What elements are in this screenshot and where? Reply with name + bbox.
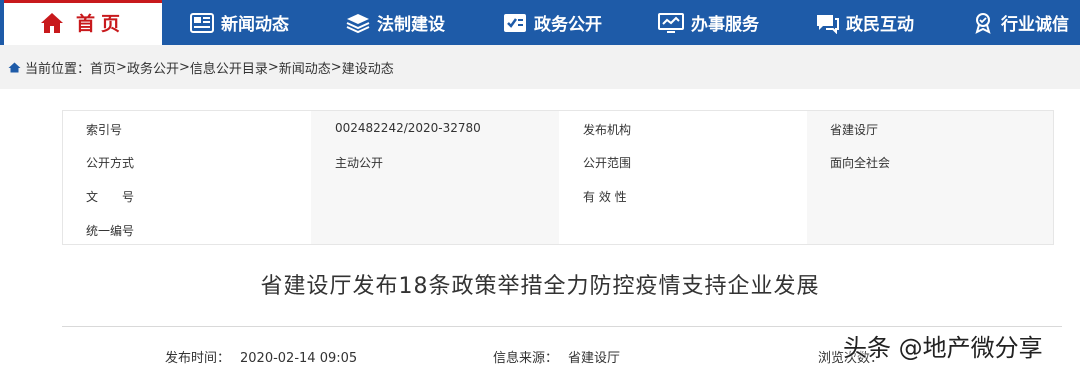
breadcrumb-link-gov-affairs[interactable]: 政务公开 <box>127 62 179 77</box>
main-nav: 首页 新闻动态 法制建设 政务公开 办事服务 政民互动 行业诚信 <box>0 0 1080 45</box>
nav-home-tab[interactable]: 首页 <box>4 0 162 45</box>
index-label: 索引号 <box>86 123 123 137</box>
breadcrumb-separator: > <box>330 59 342 75</box>
id-card-icon <box>503 12 527 34</box>
document-info-table: 索引号 002482242/2020-32780 发布机构 省建设厅 公开方式 … <box>62 110 1054 245</box>
open-scope-label: 公开范围 <box>583 156 632 170</box>
publish-time-value: 2020-02-14 09:05 <box>240 351 358 366</box>
publisher-value: 省建设厅 <box>830 123 879 137</box>
open-mode-label: 公开方式 <box>86 156 135 170</box>
badge-icon <box>972 12 994 34</box>
watermark: 头条 @地产微分享 <box>843 334 1043 362</box>
open-mode-value: 主动公开 <box>335 156 384 170</box>
nav-item-integrity[interactable]: 行业诚信 <box>972 0 1069 45</box>
breadcrumb-prefix: 当前位置： <box>25 61 91 77</box>
info-source: 信息来源： 省建设厅 <box>493 347 620 366</box>
serial-number-label: 统一编号 <box>86 224 135 238</box>
publish-time: 发布时间： 2020-02-14 09:05 <box>165 347 357 366</box>
active-tab-indicator <box>4 0 162 3</box>
breadcrumb-link-home[interactable]: 首页 <box>90 62 116 77</box>
breadcrumb-separator: > <box>178 59 190 75</box>
doc-number-label: 文 号 <box>86 190 135 204</box>
breadcrumb-separator: > <box>116 59 127 75</box>
nav-item-services[interactable]: 办事服务 <box>658 0 759 45</box>
chat-icon <box>815 12 839 34</box>
breadcrumb-link-construction[interactable]: 建设动态 <box>342 62 394 77</box>
publish-time-label: 发布时间： <box>165 351 231 366</box>
monitor-icon <box>658 12 684 34</box>
breadcrumb-link-news[interactable]: 新闻动态 <box>279 62 331 77</box>
nav-item-news[interactable]: 新闻动态 <box>190 0 289 45</box>
nav-item-interaction[interactable]: 政民互动 <box>815 0 914 45</box>
location-home-icon <box>8 62 21 72</box>
nav-item-label: 法制建设 <box>377 15 445 35</box>
breadcrumb-separator: > <box>267 59 279 75</box>
title-divider <box>62 326 1062 327</box>
nav-item-label: 新闻动态 <box>221 15 289 35</box>
publisher-label: 发布机构 <box>583 123 632 137</box>
nav-item-gov-affairs[interactable]: 政务公开 <box>503 0 602 45</box>
house-icon <box>40 12 64 34</box>
newspaper-icon <box>190 12 214 34</box>
nav-item-label: 行业诚信 <box>1001 15 1069 35</box>
open-scope-value: 面向全社会 <box>830 156 891 170</box>
info-source-value: 省建设厅 <box>568 351 621 366</box>
index-value: 002482242/2020-32780 <box>335 121 481 135</box>
breadcrumb: 当前位置： 首页 > 政务公开 > 信息公开目录 > 新闻动态 > 建设动态 <box>0 45 1080 89</box>
article-title: 省建设厅发布18条政策举措全力防控疫情支持企业发展 <box>260 274 820 299</box>
layers-icon <box>346 12 370 34</box>
nav-item-label: 办事服务 <box>691 15 759 35</box>
validity-label: 有 效 性 <box>583 190 627 204</box>
nav-item-label: 政民互动 <box>846 15 914 35</box>
nav-home-label: 首页 <box>75 13 126 35</box>
info-source-label: 信息来源： <box>493 351 559 366</box>
nav-item-label: 政务公开 <box>534 15 602 35</box>
breadcrumb-link-catalog[interactable]: 信息公开目录 <box>190 62 268 77</box>
nav-item-legal[interactable]: 法制建设 <box>346 0 445 45</box>
